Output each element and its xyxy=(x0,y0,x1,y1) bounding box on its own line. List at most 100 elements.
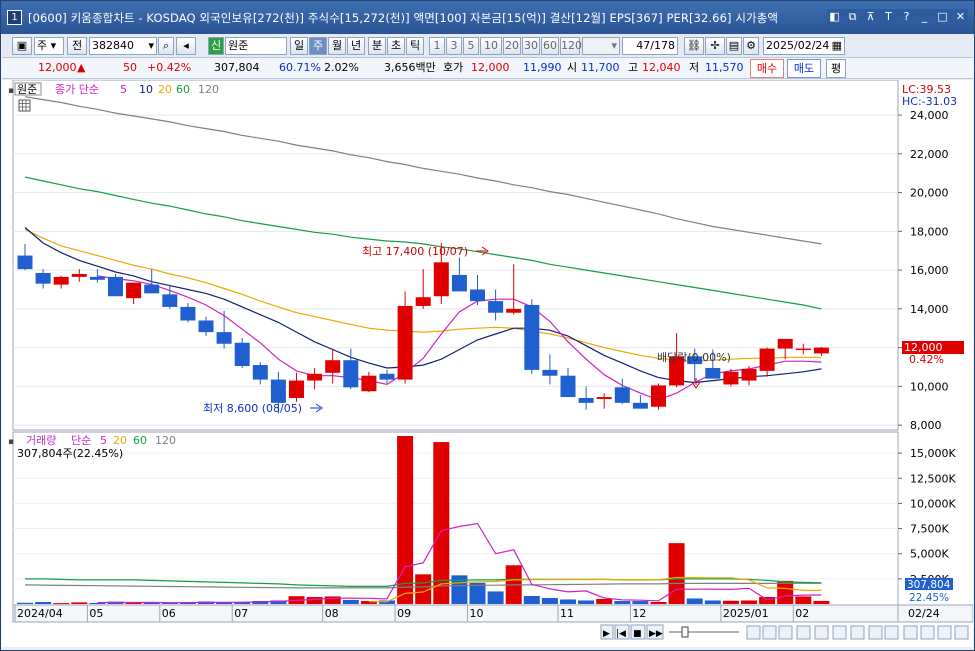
period-type-value: 주 xyxy=(37,39,48,52)
price-tick-label: 8,000 xyxy=(910,419,942,432)
interval-5-button[interactable]: 5 xyxy=(463,37,479,55)
speaker-icon[interactable]: ◂ xyxy=(176,37,196,55)
help-icon[interactable]: ? xyxy=(899,9,914,25)
period-second-button[interactable]: 초 xyxy=(387,37,405,55)
sell-button[interactable]: 매도 xyxy=(787,59,821,78)
chart-area[interactable]: 24,00022,00020,00018,00016,00014,00012,0… xyxy=(2,79,974,647)
chart-type-icon[interactable] xyxy=(778,625,793,640)
wave-tool-icon[interactable] xyxy=(832,625,847,640)
color-tool-icon[interactable] xyxy=(884,625,899,640)
volume-bar xyxy=(541,597,558,604)
candle-down xyxy=(488,301,504,313)
date-value: 2025/02/24 xyxy=(766,39,830,52)
chart-menu-icon[interactable]: ▣ xyxy=(12,37,32,55)
trendline-icon[interactable] xyxy=(796,625,811,640)
crosshair-icon[interactable]: ✢ xyxy=(705,37,725,55)
zoom-in-icon[interactable] xyxy=(746,625,761,640)
volume-tick-label: 15,000K xyxy=(910,447,956,460)
minimize-icon[interactable]: _ xyxy=(917,9,932,25)
data-count-field[interactable]: 47/178 xyxy=(622,37,678,55)
pin-icon[interactable]: ◧ xyxy=(827,9,842,25)
vol-legend-ma60: 60 xyxy=(133,434,147,447)
eraser-icon[interactable] xyxy=(920,625,935,640)
low-label: 저 xyxy=(689,61,700,74)
settings-icon[interactable]: ⚙ xyxy=(743,37,759,55)
volume-bar xyxy=(722,600,739,604)
interval-1-button[interactable]: 1 xyxy=(429,37,445,55)
prev-button[interactable]: 전 xyxy=(67,37,87,55)
stock-chart-svg[interactable]: 24,00022,00020,00018,00016,00014,00012,0… xyxy=(2,79,974,647)
x-axis-label: 08 xyxy=(325,607,339,620)
vol-legend-ma20: 20 xyxy=(113,434,127,447)
period-week-button[interactable]: 주 xyxy=(309,37,327,55)
zoom-slider-handle[interactable] xyxy=(681,626,689,638)
interval-30-button[interactable]: 30 xyxy=(522,37,540,55)
candle-down xyxy=(578,397,594,403)
maximize-icon[interactable]: □ xyxy=(935,9,950,25)
flat-button[interactable]: 평 xyxy=(826,59,846,78)
save-icon[interactable]: ▤ xyxy=(726,37,742,55)
low-price: 11,570 xyxy=(705,61,744,74)
fibonacci-icon[interactable] xyxy=(814,625,829,640)
window-number[interactable]: 1 xyxy=(7,10,22,25)
volume-legend-name: 거래량 xyxy=(26,434,56,447)
interval-20-button[interactable]: 20 xyxy=(503,37,521,55)
interval-3-button[interactable]: 3 xyxy=(446,37,462,55)
volume-bar xyxy=(342,599,359,604)
period-day-button[interactable]: 일 xyxy=(290,37,308,55)
buy-button[interactable]: 매수 xyxy=(750,59,784,78)
stock-code-input[interactable]: 382840 ▾ xyxy=(89,37,157,55)
measure-icon[interactable] xyxy=(903,625,918,640)
restore-layout-icon[interactable]: ⧉ xyxy=(845,9,860,25)
data-table-icon[interactable] xyxy=(18,99,31,112)
svg-text:▶: ▶ xyxy=(603,629,610,639)
custom-interval-select[interactable]: ▾ xyxy=(582,37,620,55)
top-icon[interactable]: ⊼ xyxy=(863,9,878,25)
text-icon[interactable]: T xyxy=(881,9,896,25)
period-month-button[interactable]: 월 xyxy=(328,37,346,55)
current-price: 12,000 xyxy=(38,61,77,74)
period-year-button[interactable]: 년 xyxy=(347,37,365,55)
chart-window: 1 [0600] 키움종합차트 - KOSDAQ 외국인보유[272(천)] 주… xyxy=(0,0,975,651)
price-change: 50 xyxy=(123,61,137,74)
candle-down xyxy=(198,320,214,333)
candle-down xyxy=(270,379,286,403)
volume-bar xyxy=(614,600,631,604)
search-icon[interactable]: ⌕ xyxy=(158,37,174,55)
interval-120-button[interactable]: 120 xyxy=(560,37,582,55)
candle-up xyxy=(759,348,775,371)
volume-tick-label: 12,500K xyxy=(910,472,956,485)
last-volume-pct: 22.45% xyxy=(909,592,949,604)
delete-drawing-icon[interactable] xyxy=(937,625,952,640)
calendar-icon[interactable]: ▦ xyxy=(832,38,842,54)
volume-bar xyxy=(397,436,414,604)
date-field[interactable]: 2025/02/24 ▦ xyxy=(763,37,845,55)
channel-tool-icon[interactable] xyxy=(850,625,865,640)
volume-bar xyxy=(795,596,812,604)
candle-down xyxy=(108,276,123,297)
vol-legend-ma120: 120 xyxy=(155,434,176,447)
close-icon[interactable]: ✕ xyxy=(953,9,968,25)
expand-icon[interactable] xyxy=(954,625,969,640)
candle-down xyxy=(35,273,51,284)
trade-amount: 3,656백만 xyxy=(384,61,436,74)
zoom-out-icon[interactable] xyxy=(762,625,777,640)
high-label: 고 xyxy=(628,61,639,74)
volume-bar xyxy=(741,600,757,604)
price-legend-name: 원준 xyxy=(17,83,37,96)
period-tick-button[interactable]: 틱 xyxy=(406,37,424,55)
interval-60-button[interactable]: 60 xyxy=(541,37,559,55)
price-tick-label: 18,000 xyxy=(910,225,949,238)
candle-down xyxy=(89,276,105,280)
period-type-select[interactable]: 주 ▾ xyxy=(34,37,64,55)
candle-down xyxy=(524,304,540,370)
stock-name-field: 원준 xyxy=(225,37,287,55)
interval-10-button[interactable]: 10 xyxy=(480,37,502,55)
link-icon[interactable]: ⛓ xyxy=(684,37,704,55)
text-tool-icon[interactable] xyxy=(868,625,883,640)
period-minute-button[interactable]: 분 xyxy=(368,37,386,55)
volume-bar xyxy=(813,600,830,604)
candle-down xyxy=(234,342,250,367)
candle-down xyxy=(17,255,33,270)
scroll-controls: ▶ |◀ ■ ▶▶ xyxy=(600,624,969,640)
